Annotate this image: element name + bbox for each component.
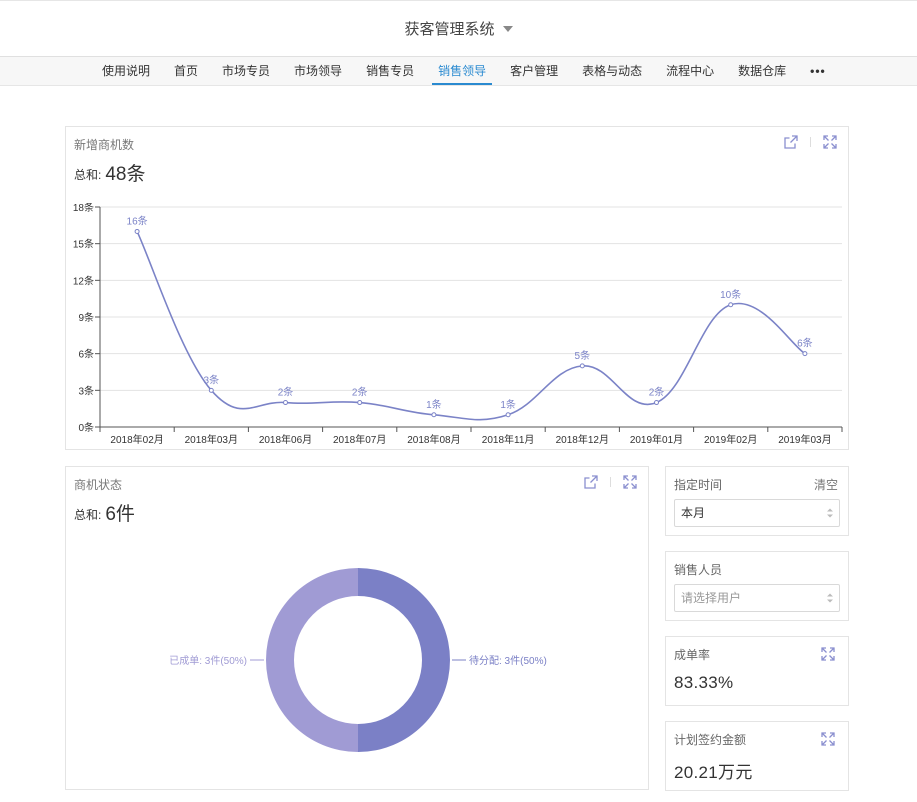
total-value: 48条 [105,164,146,185]
contract-amount-panel: 计划签约金额 20.21万元 [665,721,849,791]
new-opportunities-panel: 新增商机数 总和: 48条 0条 3条 6条 9条 12条 15条 18条 2018年02月 20… [65,126,849,450]
x-tick-label: 2018年11月 [482,433,535,446]
select-arrows-icon [827,508,833,518]
sales-person-panel: 销售人员 请选择用户 [665,551,849,621]
time-filter-label: 指定时间 [674,478,723,492]
close-rate-label: 成单率 [674,648,711,662]
slice-label: 已成单: 3件(50%) [169,655,247,667]
y-tick-label: 9条 [78,311,94,324]
data-point [654,400,659,406]
x-tick-label: 2019年02月 [704,433,757,446]
data-label: 10条 [720,288,741,301]
panel-tools [583,474,638,490]
opportunity-status-panel: 商机状态 总和: 6件 待分配: 3件(50%) 已成单: 3件(50%) [65,466,649,790]
data-point [134,228,140,234]
total-label: 总和: [74,168,102,182]
data-point [357,400,363,406]
nav-tab-6[interactable]: 客户管理 [498,57,570,86]
fullscreen-icon[interactable] [820,731,836,747]
slice-label: 待分配: 3件(50%) [469,654,547,667]
y-tick-label: 15条 [73,238,94,251]
app-title-dropdown[interactable]: 获客管理系统 [0,18,917,39]
clear-button[interactable]: 清空 [814,476,838,493]
sales-person-label: 销售人员 [674,563,723,577]
nav-tab-3[interactable]: 市场领导 [282,57,354,86]
data-point [208,387,214,393]
nav-tab-5[interactable]: 销售领导 [426,57,498,86]
nav-tab-7[interactable]: 表格与动态 [570,57,654,86]
data-point [579,363,585,369]
y-tick-label: 3条 [78,384,94,397]
donut-slice [358,568,450,752]
time-select-value: 本月 [681,506,706,520]
total-row: 总和: 48条 [74,159,145,186]
contract-amount-value: 20.21万元 [674,763,753,782]
nav-tab-9[interactable]: 数据仓库 [726,57,798,86]
data-label: 16条 [127,214,148,227]
x-tick-label: 2018年06月 [259,433,312,446]
tool-separator [610,477,611,487]
line-chart: 0条 3条 6条 9条 12条 15条 18条 2018年02月 2018年03月 2018年06… [73,203,843,446]
sales-person-select[interactable]: 请选择用户 [674,584,840,612]
data-point [431,412,437,418]
data-label: 5条 [575,349,591,362]
data-label: 1条 [426,398,442,411]
donut-slice [266,568,358,752]
y-tick-label: 18条 [73,203,94,214]
panel-title: 新增商机数 [74,138,135,152]
fullscreen-icon[interactable] [622,474,638,490]
data-label: 2条 [278,386,294,399]
nav-tab-1[interactable]: 首页 [162,57,210,86]
total-row: 总和: 6件 [74,499,135,526]
data-label: 2条 [649,386,665,399]
nav-tab-0[interactable]: 使用说明 [90,57,162,86]
nav-more-button[interactable]: ••• [798,57,838,86]
caret-down-icon [502,26,513,32]
nav-tab-4[interactable]: 销售专员 [354,57,426,86]
close-rate-panel: 成单率 83.33% [665,636,849,706]
x-tick-label: 2018年02月 [110,433,163,446]
tool-separator [810,137,811,147]
open-external-icon[interactable] [783,134,799,150]
time-select[interactable]: 本月 [674,499,840,527]
data-label: 3条 [204,373,220,386]
y-tick-label: 0条 [78,421,94,434]
data-label: 1条 [500,398,516,411]
series-line [136,231,806,421]
total-label: 总和: [74,508,102,522]
main-nav: 使用说明 首页 市场专员 市场领导 销售专员 销售领导 客户管理 表格与动态 流程中心 数据仓库 •… [0,56,917,86]
nav-tab-8[interactable]: 流程中心 [654,57,726,86]
data-point [283,400,288,406]
data-label: 2条 [352,386,368,399]
data-point [728,302,734,308]
data-point [802,351,808,357]
x-tick-label: 2019年03月 [778,433,831,446]
x-tick-label: 2018年07月 [333,433,386,446]
total-value: 6件 [105,504,135,525]
contract-amount-label: 计划签约金额 [674,733,747,747]
nav-tab-2[interactable]: 市场专员 [210,57,282,86]
data-point [505,412,511,418]
data-label: 6条 [797,337,813,350]
top-header: 获客管理系统 [0,0,917,56]
panel-tools [783,134,838,150]
open-external-icon[interactable] [583,474,599,490]
x-tick-label: 2018年08月 [407,433,460,446]
select-arrows-icon [827,593,833,603]
y-tick-label: 6条 [78,348,94,361]
x-tick-label: 2018年03月 [185,433,238,446]
nav-list: 使用说明 首页 市场专员 市场领导 销售专员 销售领导 客户管理 表格与动态 流程中心 数据仓库 •… [90,57,838,86]
sales-person-placeholder: 请选择用户 [681,591,742,605]
donut-chart: 待分配: 3件(50%) 已成单: 3件(50%) [169,568,547,752]
app-title: 获客管理系统 [404,21,495,38]
fullscreen-icon[interactable] [822,134,838,150]
y-tick-label: 12条 [73,274,94,287]
close-rate-value: 83.33% [674,673,734,692]
fullscreen-icon[interactable] [820,646,836,662]
x-tick-label: 2019年01月 [630,433,683,446]
time-filter-panel: 指定时间 清空 本月 [665,466,849,536]
panel-title: 商机状态 [74,478,123,492]
x-tick-label: 2018年12月 [556,433,609,446]
